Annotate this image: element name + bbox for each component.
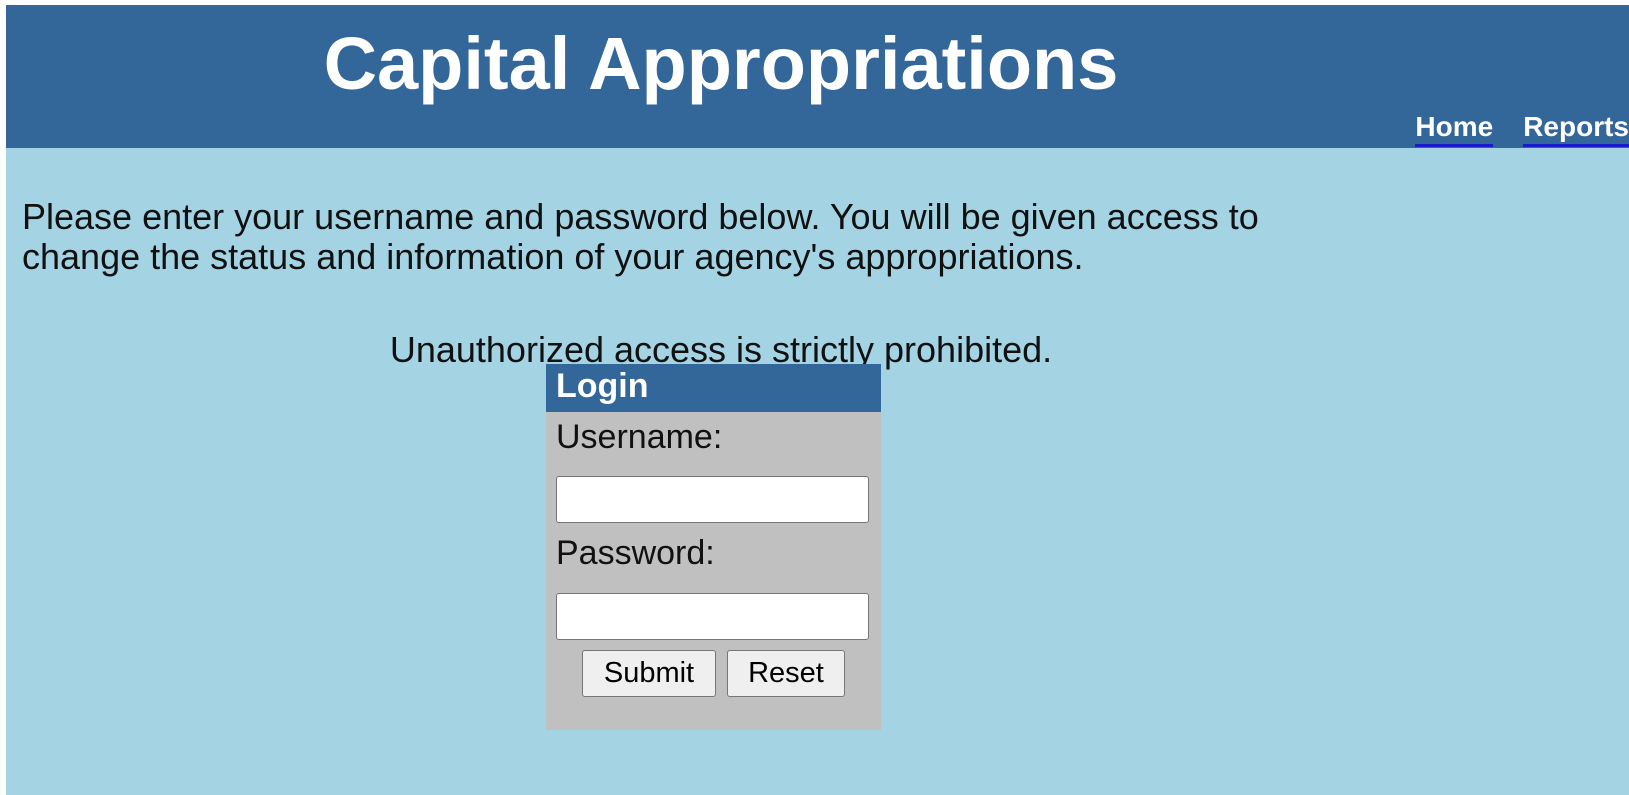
- nav-link-reports[interactable]: Reports: [1523, 110, 1629, 147]
- reset-button[interactable]: Reset: [727, 650, 845, 697]
- site-title: Capital Appropriations: [323, 22, 1119, 105]
- intro-text: Please enter your username and password …: [22, 196, 1259, 277]
- top-nav: Home Reports: [1385, 110, 1629, 147]
- login-title: Login: [546, 364, 881, 412]
- username-input[interactable]: [556, 476, 869, 523]
- site-header: Capital Appropriations Home Reports: [6, 5, 1629, 148]
- submit-button[interactable]: Submit: [582, 650, 716, 697]
- password-label: Password:: [556, 534, 715, 572]
- username-label: Username:: [556, 418, 723, 456]
- nav-link-home[interactable]: Home: [1415, 110, 1494, 147]
- password-input[interactable]: [556, 593, 869, 640]
